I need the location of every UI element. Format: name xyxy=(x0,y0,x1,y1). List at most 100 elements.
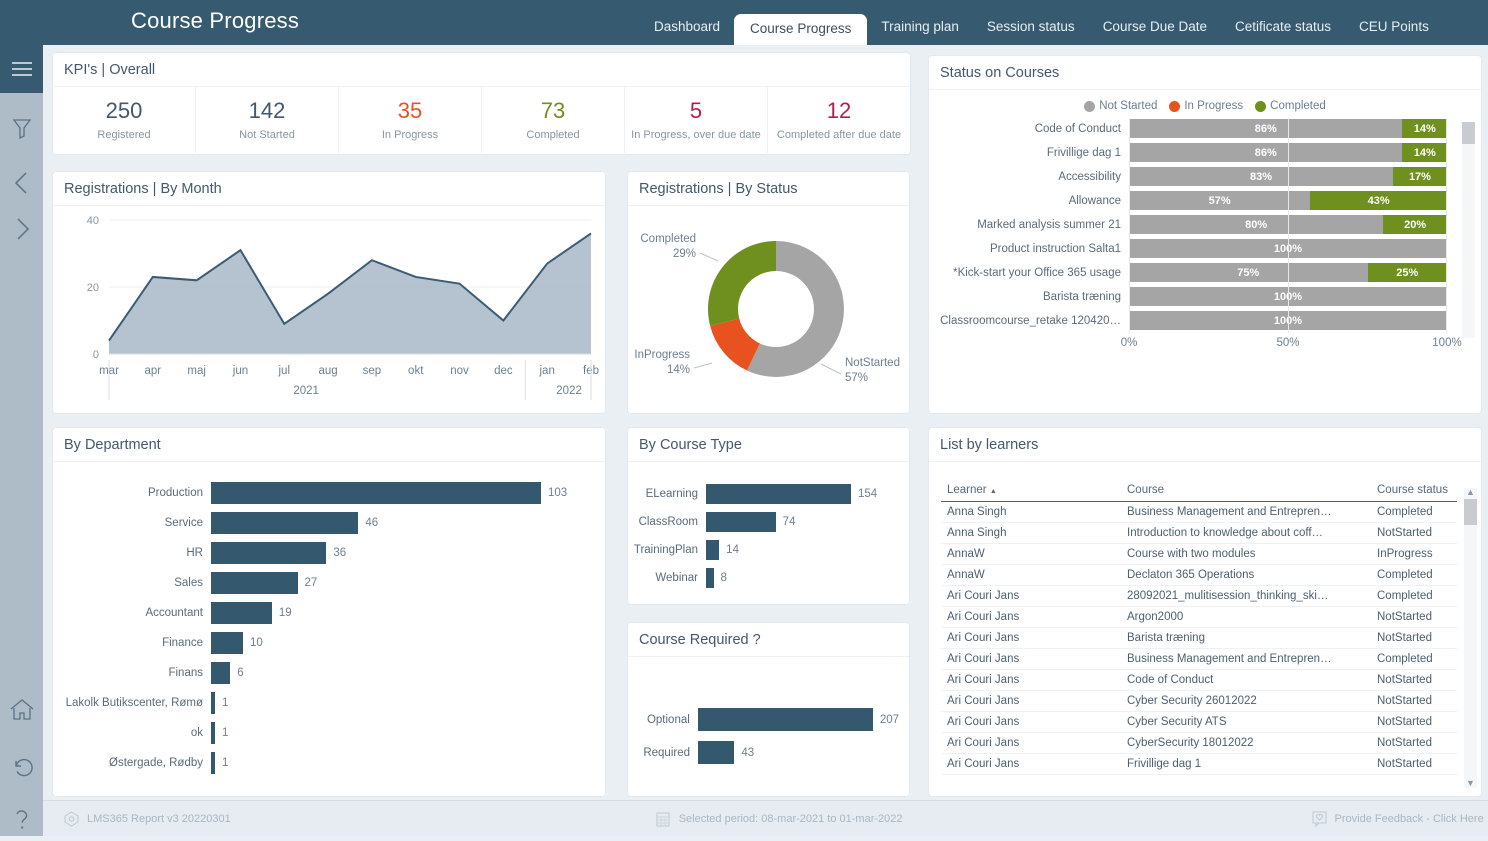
stacked-bar-track: 75% 25% xyxy=(1129,263,1447,282)
bar-segment[interactable]: 100% xyxy=(1129,287,1447,306)
bar-segment[interactable]: 20% xyxy=(1383,215,1447,234)
scroll-up-icon[interactable]: ▲ xyxy=(1466,488,1475,497)
status-chart-scrollbar[interactable] xyxy=(1462,122,1475,338)
scrollbar-thumb[interactable] xyxy=(1462,122,1475,144)
bar-fill[interactable] xyxy=(706,484,851,504)
home-icon[interactable] xyxy=(0,688,43,732)
tab-ceu-points[interactable]: CEU Points xyxy=(1345,19,1443,46)
bar-fill[interactable] xyxy=(697,708,873,731)
bar-value: 1 xyxy=(222,727,229,739)
table-row[interactable]: Ari Couri Jans Code of Conduct NotStarted xyxy=(941,669,1457,691)
bar-fill[interactable] xyxy=(211,662,231,684)
bar-fill[interactable] xyxy=(211,542,327,564)
stacked-bar-row: Barista træning 100% xyxy=(929,286,1481,307)
scrollbar-thumb[interactable] xyxy=(1464,499,1477,525)
table-row[interactable]: Ari Couri Jans 28092021_mulitisession_thi… xyxy=(941,585,1457,607)
table-row[interactable]: Ari Couri Jans Argon2000 NotStarted xyxy=(941,606,1457,628)
sort-asc-icon: ▲ xyxy=(989,488,997,495)
report-version-label: LMS365 Report v3 20220301 xyxy=(87,812,231,825)
bar-fill[interactable] xyxy=(706,568,714,588)
table-row[interactable]: Ari Couri Jans Barista træning NotStarted xyxy=(941,627,1457,649)
table-cell: NotStarted xyxy=(1371,522,1457,544)
table-cell: Anna Singh xyxy=(941,501,1121,523)
by-department-title: By Department xyxy=(53,428,605,462)
bar-segment[interactable]: 14% xyxy=(1402,143,1447,162)
bar-value: 103 xyxy=(548,487,568,499)
table-cell: Cyber Security ATS xyxy=(1121,711,1371,733)
table-row[interactable]: Ari Couri Jans Business Management and En… xyxy=(941,648,1457,670)
bar-segment[interactable]: 75% xyxy=(1129,263,1368,282)
bar-segment[interactable]: 14% xyxy=(1402,119,1447,138)
bar-segment[interactable]: 100% xyxy=(1129,311,1447,330)
bar-row: Lakolk Butikscenter, Rømø 1 xyxy=(53,688,595,718)
table-cell: Barista træning xyxy=(1121,627,1371,649)
svg-text:14%: 14% xyxy=(667,364,690,376)
tab-course-progress[interactable]: Course Progress xyxy=(734,13,868,45)
bar-segment[interactable]: 80% xyxy=(1129,215,1384,234)
chevron-left-icon[interactable] xyxy=(0,161,43,205)
bar-fill[interactable] xyxy=(211,632,244,654)
table-row[interactable]: Ari Couri Jans Frivillige dag 1 NotStarted xyxy=(941,753,1457,775)
learners-table-scrollbar[interactable]: ▲ ▼ xyxy=(1464,488,1477,788)
bar-value: 74 xyxy=(782,516,796,528)
bar-segment[interactable]: 100% xyxy=(1129,239,1447,258)
undo-icon[interactable] xyxy=(0,745,43,789)
svg-text:20: 20 xyxy=(87,282,99,294)
filter-icon[interactable] xyxy=(0,107,43,151)
app-header: Course Progress Dashboard Course Progress… xyxy=(0,0,1488,45)
bar-segment[interactable]: 86% xyxy=(1129,143,1403,162)
table-row[interactable]: AnnaW Course with two modules InProgress xyxy=(941,543,1457,565)
selected-period: Selected period: 08-mar-2021 to 01-mar-2… xyxy=(655,809,903,828)
svg-text:57%: 57% xyxy=(845,372,868,384)
hamburger-menu-icon[interactable] xyxy=(0,45,43,93)
bar-fill[interactable] xyxy=(211,512,359,534)
tab-course-due-date[interactable]: Course Due Date xyxy=(1089,19,1221,46)
table-cell: Ari Couri Jans xyxy=(941,627,1121,649)
table-header-learner[interactable]: Learner ▲ xyxy=(941,480,1121,502)
bar-row: HR 36 xyxy=(53,538,595,568)
chevron-right-icon[interactable] xyxy=(0,207,43,251)
scroll-down-icon[interactable]: ▼ xyxy=(1466,779,1475,788)
kpi-value: 5 xyxy=(689,98,703,124)
bar-segment[interactable]: 25% xyxy=(1367,263,1447,282)
bar-fill[interactable] xyxy=(706,540,720,560)
bar-fill[interactable] xyxy=(211,572,298,594)
stacked-bar-row: Classroomcourse_retake 120420… 100% xyxy=(929,310,1481,331)
tab-dashboard[interactable]: Dashboard xyxy=(640,19,734,46)
table-row[interactable]: Ari Couri Jans Cyber Security ATS NotStart… xyxy=(941,711,1457,733)
svg-text:maj: maj xyxy=(187,365,206,377)
bar-fill[interactable] xyxy=(211,752,215,774)
help-icon[interactable] xyxy=(0,797,43,841)
tab-session-status[interactable]: Session status xyxy=(973,19,1089,46)
registrations-by-status-panel: Registrations | By Status Completed 29% In… xyxy=(628,172,909,413)
bar-segment[interactable]: 83% xyxy=(1129,167,1393,186)
bar-track: 1 xyxy=(211,722,595,744)
bar-fill[interactable] xyxy=(211,602,272,624)
tab-cetificate-status[interactable]: Cetificate status xyxy=(1221,19,1345,46)
table-row[interactable]: Anna Singh Introduction to knowledge abou… xyxy=(941,522,1457,544)
info-icon xyxy=(63,809,80,828)
table-row[interactable]: Ari Couri Jans Cyber Security 26012022 Not… xyxy=(941,690,1457,712)
bar-segment[interactable]: 57% xyxy=(1129,191,1311,210)
bar-segment[interactable]: 43% xyxy=(1310,191,1447,210)
bar-fill[interactable] xyxy=(211,482,541,504)
bar-segment[interactable]: 86% xyxy=(1129,119,1403,138)
table-row[interactable]: Ari Couri Jans CyberSecurity 18012022 NotS… xyxy=(941,732,1457,754)
feedback-link[interactable]: Provide Feedback - Click Here xyxy=(1311,809,1484,828)
area-chart: 0 20 40 mar apr maj jun jul aug sep okt nov dec jan fe… xyxy=(53,206,605,417)
bar-label: ok xyxy=(190,727,203,739)
list-by-learners-panel: List by learners Learner ▲ Course Course s… xyxy=(929,428,1481,796)
bar-fill[interactable] xyxy=(706,512,776,532)
table-cell: Business Management and Entrepren… xyxy=(1121,648,1371,670)
legend-item: In Progress xyxy=(1169,100,1243,112)
table-row[interactable]: Anna Singh Business Management and Entrep… xyxy=(941,501,1457,523)
table-header-course-status[interactable]: Course status xyxy=(1371,480,1457,502)
table-row[interactable]: AnnaW Declaton 365 Operations Completed xyxy=(941,564,1457,586)
bar-fill[interactable] xyxy=(698,741,735,764)
tab-training-plan[interactable]: Training plan xyxy=(867,19,973,46)
bar-row: Finans 6 xyxy=(53,658,595,688)
table-header-course[interactable]: Course xyxy=(1121,480,1371,502)
bar-fill[interactable] xyxy=(211,722,215,744)
bar-segment[interactable]: 17% xyxy=(1392,167,1447,186)
bar-fill[interactable] xyxy=(211,692,215,714)
